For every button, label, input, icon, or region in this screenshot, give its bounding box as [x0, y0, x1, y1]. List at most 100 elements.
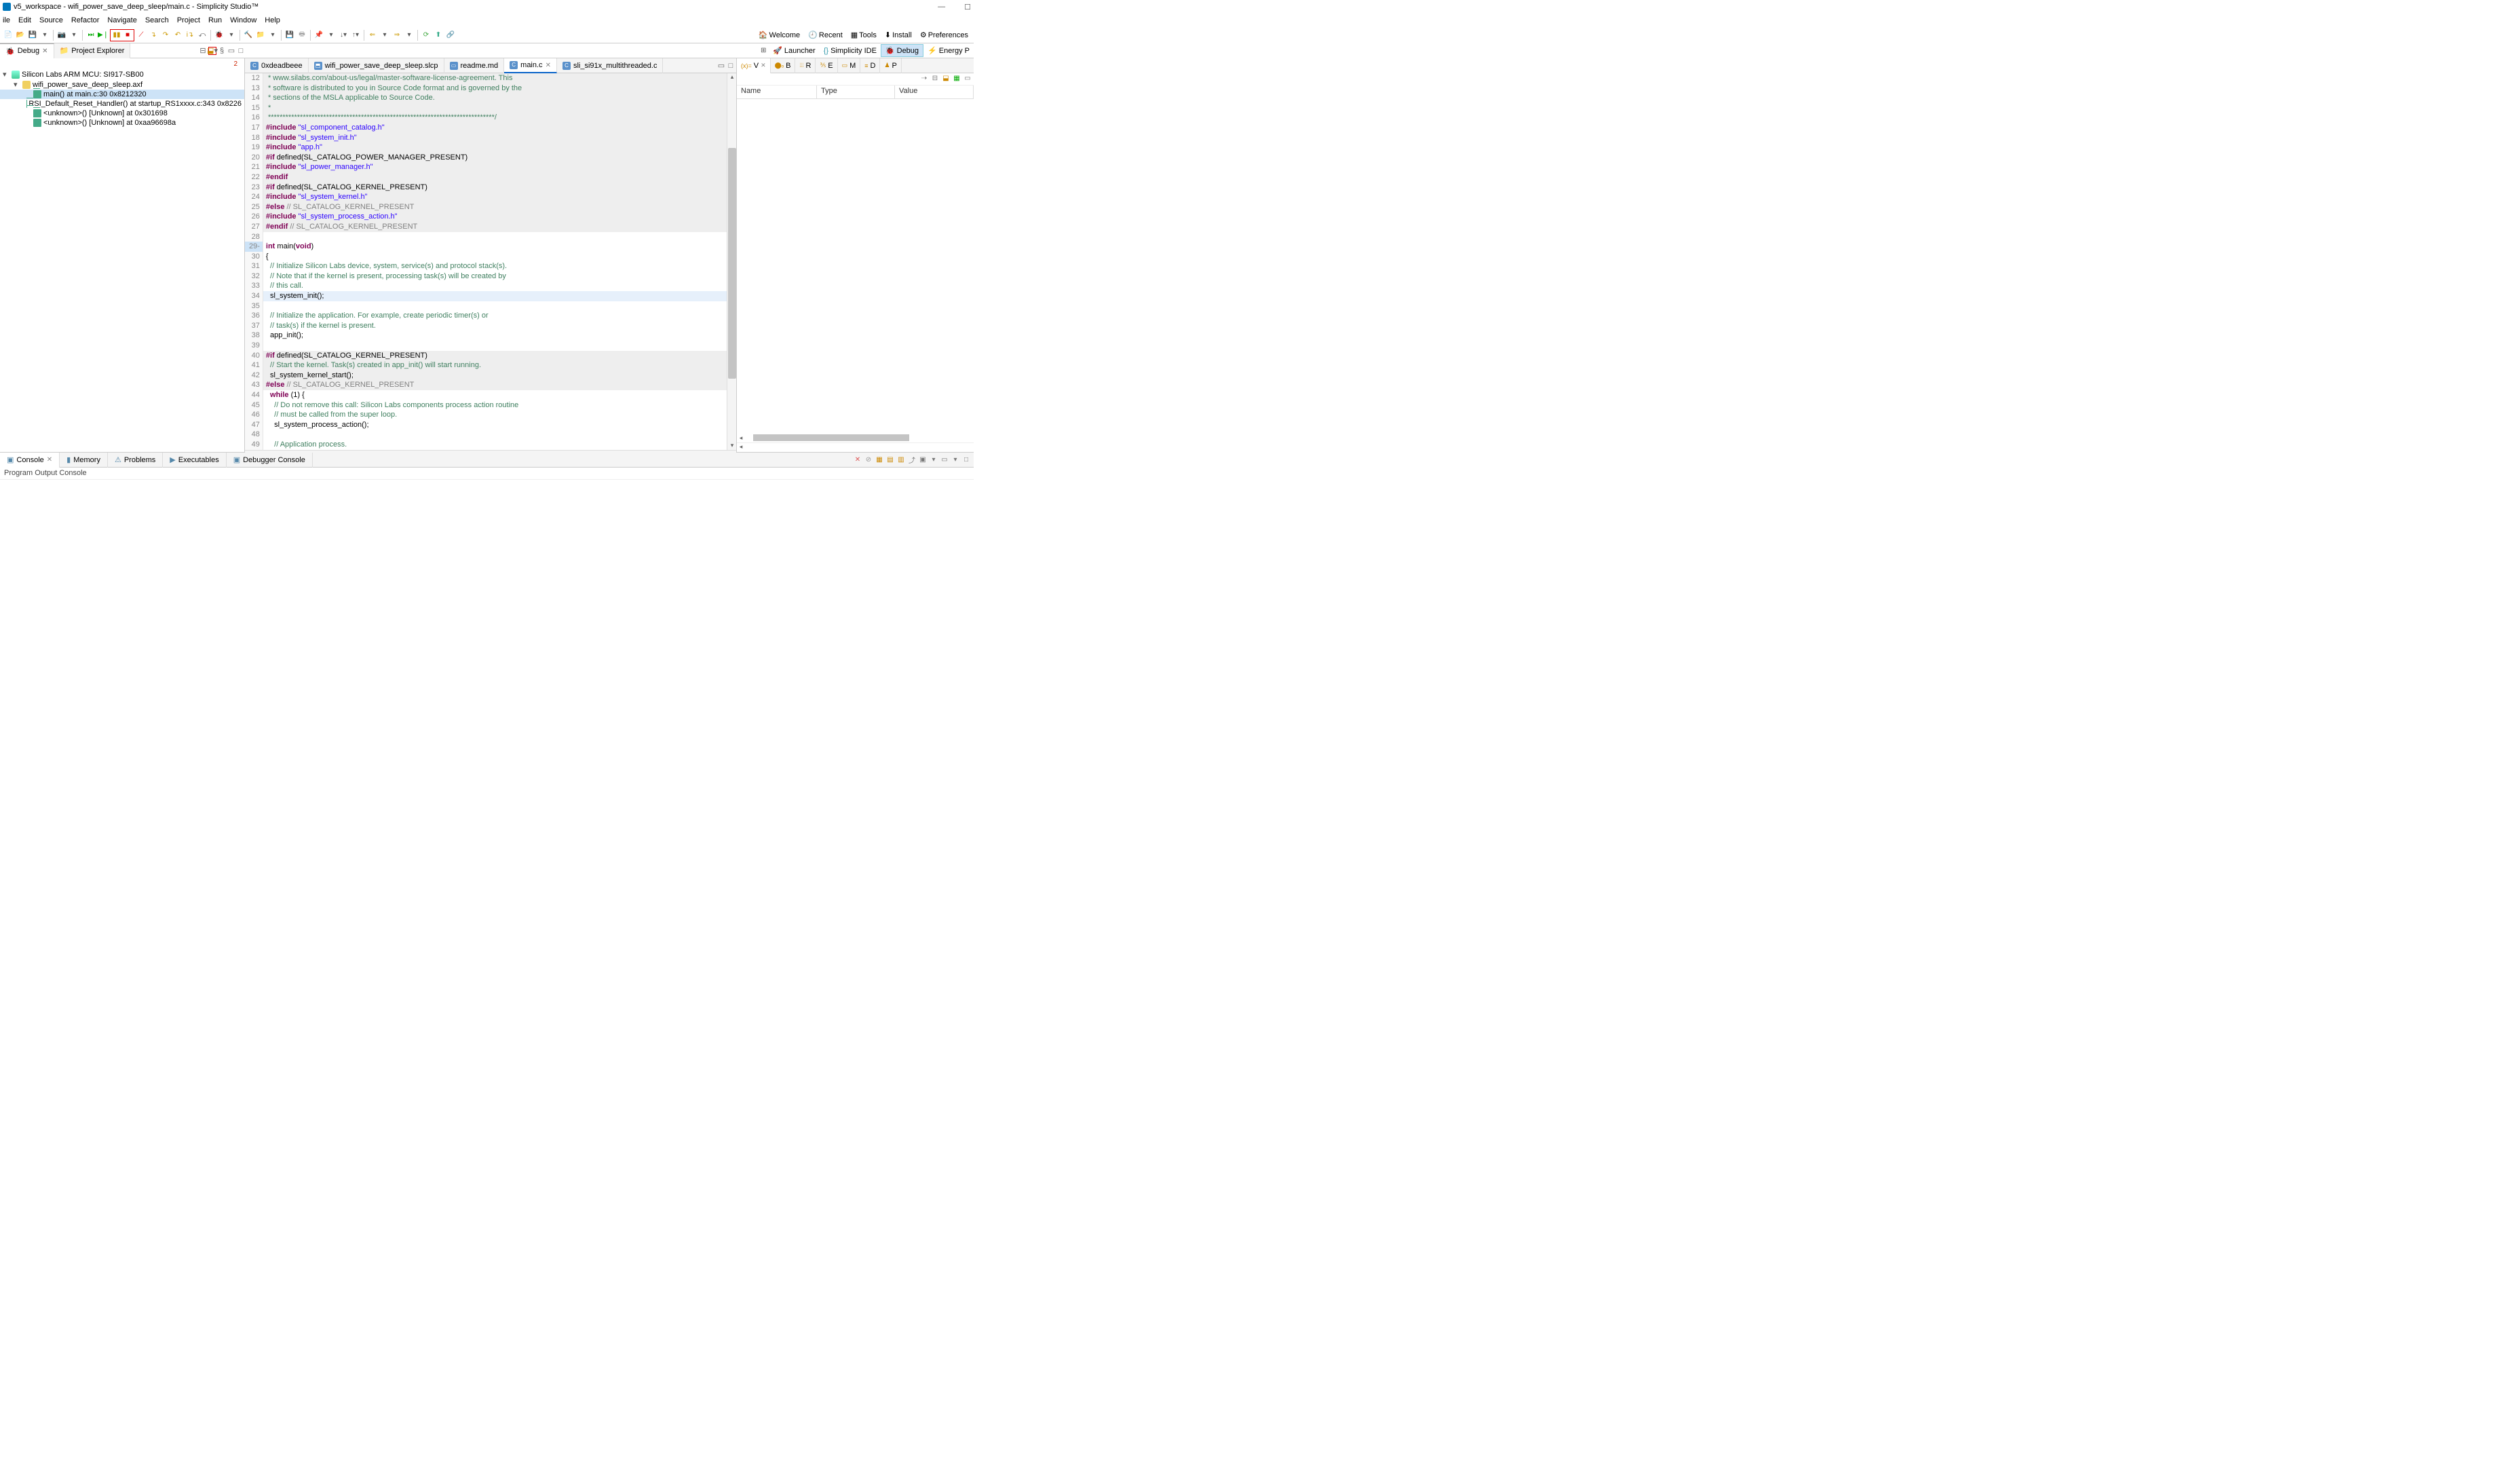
code-line[interactable]: #include "sl_power_manager.h": [263, 162, 727, 172]
code-line[interactable]: // Initialize Silicon Labs device, syste…: [263, 261, 727, 271]
vertical-scrollbar[interactable]: ▴ ▾: [727, 73, 736, 450]
tab-debug[interactable]: 🐞Debug✕: [0, 43, 54, 58]
camera-icon[interactable]: 📷: [56, 30, 67, 41]
menu-ile[interactable]: ile: [3, 16, 10, 24]
drop-to-frame-icon[interactable]: ⤺: [197, 30, 208, 41]
menu-project[interactable]: Project: [177, 16, 200, 24]
code-line[interactable]: app_init();: [263, 330, 727, 341]
close-icon[interactable]: ✕: [47, 456, 52, 463]
menu-run[interactable]: Run: [208, 16, 222, 24]
code-line[interactable]: #endif // SL_CATALOG_KERNEL_PRESENT: [263, 222, 727, 232]
tab-executables[interactable]: ▶Executables: [163, 453, 226, 468]
tab-debugger-console[interactable]: ▣Debugger Console: [227, 453, 313, 468]
scroll-left-icon[interactable]: ◂: [737, 434, 745, 442]
close-icon[interactable]: ✕: [546, 62, 551, 69]
perspective-simplicity-ide[interactable]: {}Simplicity IDE: [820, 44, 881, 57]
console-tool-icon[interactable]: ▭: [940, 455, 949, 465]
editor-tab[interactable]: Csli_si91x_multithreaded.c: [557, 58, 664, 73]
code-line[interactable]: #include "app.h": [263, 143, 727, 153]
console-tool-icon[interactable]: ▾: [951, 455, 960, 465]
code-line[interactable]: #if defined(SL_CATALOG_KERNEL_PRESENT): [263, 351, 727, 361]
chevron-down-icon[interactable]: ▾: [267, 30, 278, 41]
code-line[interactable]: sl_system_process_action();: [263, 420, 727, 430]
code-line[interactable]: // Do not remove this call: Silicon Labs…: [263, 400, 727, 411]
view-tab-b[interactable]: ⬤ₒB: [771, 58, 796, 73]
perspective-launcher[interactable]: 🚀Launcher: [769, 44, 820, 57]
twisty-icon[interactable]: ▾: [3, 70, 9, 79]
code-line[interactable]: int main(void): [263, 242, 727, 252]
code-body[interactable]: * www.silabs.com/about-us/legal/master-s…: [263, 73, 727, 450]
menu-navigate[interactable]: Navigate: [107, 16, 136, 24]
code-line[interactable]: // Initialize the application. For examp…: [263, 311, 727, 321]
code-line[interactable]: #include "sl_system_kernel.h": [263, 192, 727, 202]
chevron-down-icon[interactable]: ▾: [326, 30, 337, 41]
editor-tab[interactable]: Cmain.c✕: [504, 58, 557, 73]
terminate-icon[interactable]: ■: [122, 30, 133, 41]
print-icon[interactable]: 🖶: [297, 30, 307, 41]
menu-edit[interactable]: Edit: [18, 16, 31, 24]
reset-icon[interactable]: ⟳: [421, 30, 432, 41]
open-icon[interactable]: 📂: [15, 30, 26, 41]
minimize-icon[interactable]: ▭: [717, 62, 725, 70]
save-icon[interactable]: 💾: [27, 30, 38, 41]
up-icon[interactable]: ↑▾: [350, 30, 361, 41]
col-type[interactable]: Type: [817, 86, 895, 98]
code-line[interactable]: // must be called from the super loop.: [263, 410, 727, 420]
resume-icon[interactable]: ▶❘: [98, 30, 109, 41]
code-line[interactable]: sl_system_init();: [263, 291, 727, 301]
skip-icon[interactable]: ⏭: [85, 30, 96, 41]
min-icon[interactable]: ▭: [963, 73, 972, 83]
step-return-icon[interactable]: ↶: [172, 30, 183, 41]
gear-button[interactable]: ⚙Preferences: [917, 29, 971, 41]
tab-project-explorer[interactable]: 📁Project Explorer: [54, 43, 131, 58]
line-gutter[interactable]: 121314151617181920212223242526272829-303…: [245, 73, 263, 450]
min-icon[interactable]: §: [218, 47, 226, 55]
new-icon[interactable]: 📄: [3, 30, 14, 41]
editor-tab[interactable]: ▭readme.md: [444, 58, 505, 73]
chevron-down-icon[interactable]: ▾: [226, 30, 237, 41]
code-line[interactable]: // Start the kernel. Task(s) created in …: [263, 360, 727, 371]
menu-help[interactable]: Help: [265, 16, 280, 24]
collapse-icon[interactable]: ⊟: [199, 47, 207, 55]
code-line[interactable]: sl_system_kernel_start();: [263, 371, 727, 381]
code-line[interactable]: * sections of the MSLA applicable to Sou…: [263, 93, 727, 103]
save-all-icon[interactable]: 💾: [284, 30, 295, 41]
chevron-down-icon[interactable]: ▾: [379, 30, 390, 41]
max-icon[interactable]: □: [237, 47, 245, 55]
code-line[interactable]: #else // SL_CATALOG_KERNEL_PRESENT: [263, 202, 727, 212]
perspective-debug[interactable]: 🐞Debug: [881, 44, 923, 57]
console-tool-icon[interactable]: ▣: [918, 455, 928, 465]
code-line[interactable]: // this call.: [263, 281, 727, 291]
code-line[interactable]: [263, 341, 727, 351]
suspend-icon[interactable]: ▮▮: [111, 30, 122, 41]
stack-frame[interactable]: main() at main.c:30 0x8212320: [0, 90, 244, 99]
code-line[interactable]: #include "sl_component_catalog.h": [263, 123, 727, 133]
collapse-icon[interactable]: ⊟: [930, 73, 940, 83]
stack-frame[interactable]: ▾Silicon Labs ARM MCU: SI917-SB00: [0, 69, 244, 79]
code-line[interactable]: * software is distributed to you in Sour…: [263, 83, 727, 94]
home-button[interactable]: 🏠Welcome: [756, 29, 803, 41]
tab-console[interactable]: ▣Console✕: [0, 453, 60, 468]
view-tab-r[interactable]: ⦙⦙⦙R: [795, 58, 816, 73]
code-line[interactable]: ****************************************…: [263, 113, 727, 123]
code-line[interactable]: #else // SL_CATALOG_KERNEL_PRESENT: [263, 380, 727, 390]
menu-search[interactable]: Search: [145, 16, 169, 24]
view-tab-m[interactable]: ▭M: [838, 58, 861, 73]
forward-icon[interactable]: ⇒: [392, 30, 402, 41]
minimize-button[interactable]: —: [938, 3, 945, 12]
code-line[interactable]: *: [263, 103, 727, 113]
download-button[interactable]: ⬇Install: [882, 29, 915, 41]
close-icon[interactable]: ✕: [761, 62, 766, 69]
build-icon[interactable]: 🔨: [243, 30, 254, 41]
console-tool-icon[interactable]: ▤: [885, 455, 895, 465]
grid-button[interactable]: ▦Tools: [848, 29, 879, 41]
code-line[interactable]: #include "sl_system_process_action.h": [263, 212, 727, 222]
layout-icon[interactable]: ⬓: [207, 47, 214, 55]
scroll-thumb[interactable]: [728, 148, 736, 379]
scroll-thumb[interactable]: [753, 434, 909, 441]
disconnect-icon[interactable]: ⟋: [136, 30, 147, 41]
chevron-down-icon[interactable]: ▾: [69, 30, 79, 41]
menu-source[interactable]: Source: [39, 16, 63, 24]
editor-tab[interactable]: ⬒wifi_power_save_deep_sleep.slcp: [309, 58, 444, 73]
code-line[interactable]: [263, 232, 727, 242]
